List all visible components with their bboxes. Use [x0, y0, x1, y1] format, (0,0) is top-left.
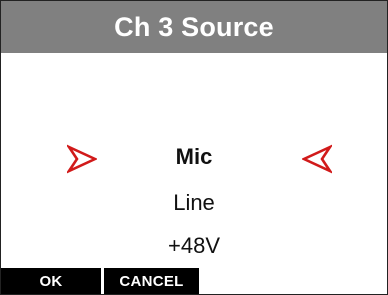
dialog-header: Ch 3 Source: [1, 1, 387, 53]
ok-button[interactable]: OK: [1, 268, 101, 294]
option-phantom-48v[interactable]: +48V: [1, 233, 387, 259]
arrow-left-icon: [302, 144, 332, 174]
source-dialog: Ch 3 Source Mic Line +48V OK CANCEL: [0, 0, 388, 295]
cancel-button[interactable]: CANCEL: [104, 268, 199, 294]
dialog-title: Ch 3 Source: [114, 11, 274, 42]
option-line[interactable]: Line: [1, 190, 387, 216]
softkey-bar: OK CANCEL: [1, 268, 387, 294]
